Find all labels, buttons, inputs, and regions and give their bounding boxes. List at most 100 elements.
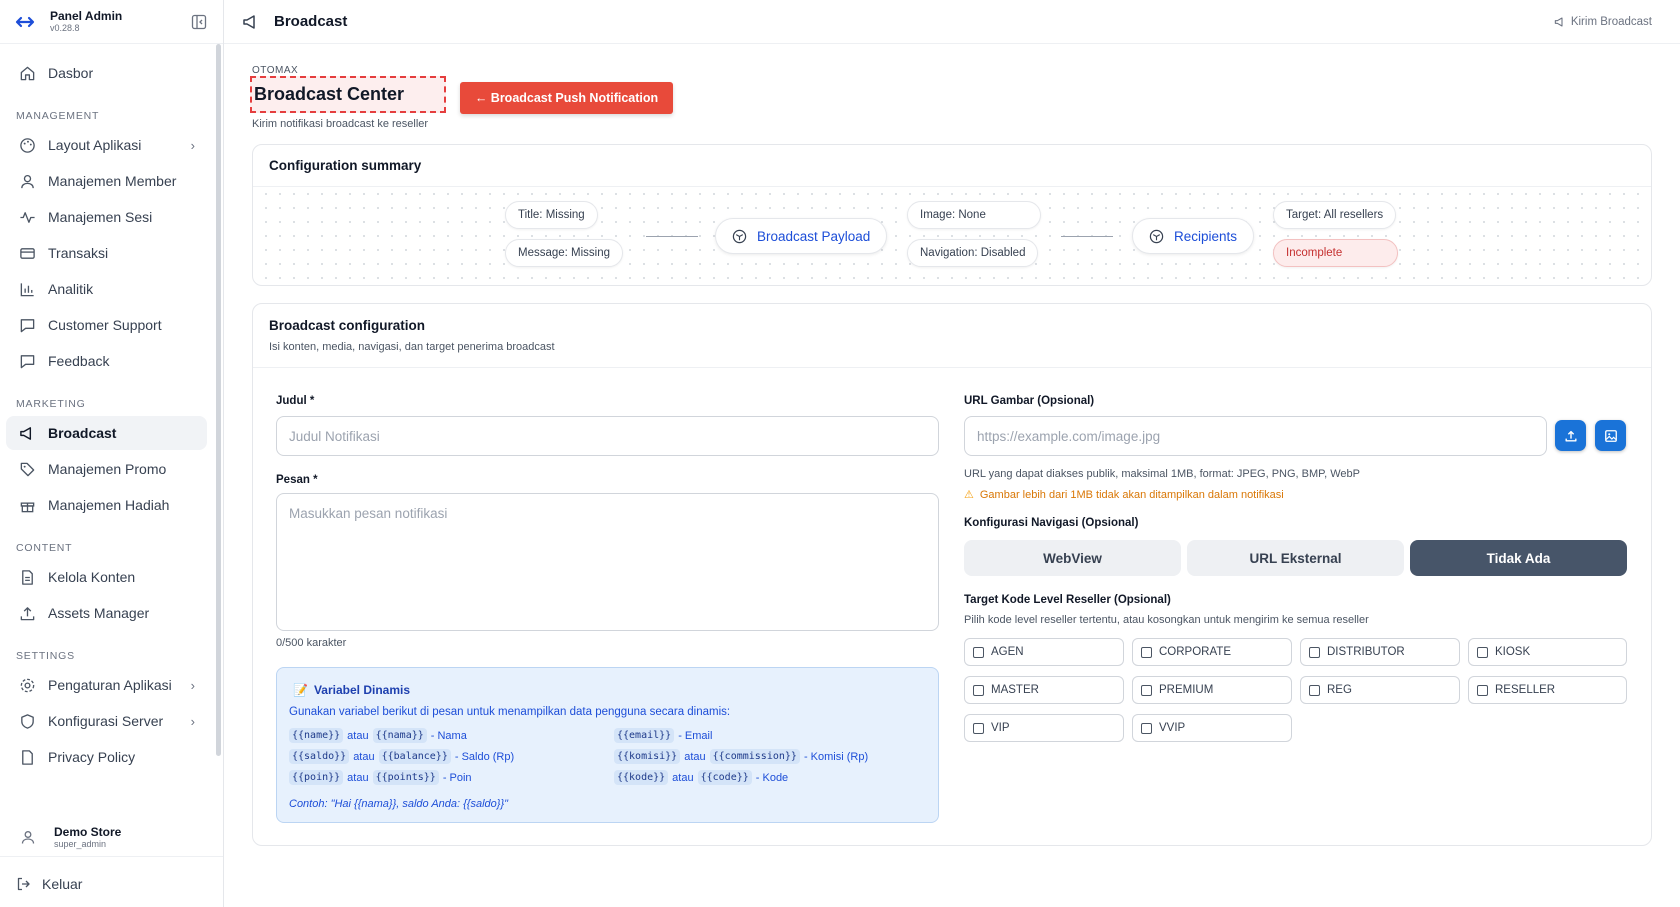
level-checkbox-vip[interactable]: VIP — [964, 714, 1124, 742]
config-header: Broadcast configuration Isi konten, medi… — [253, 304, 1651, 368]
pesan-textarea[interactable]: Masukkan pesan notifikasi — [276, 493, 939, 631]
level-checkbox-agen[interactable]: AGEN — [964, 638, 1124, 666]
message-icon — [18, 316, 36, 334]
level-checkbox-reseller[interactable]: RESELLER — [1468, 676, 1627, 704]
sidebar-item-customer-support[interactable]: Customer Support — [6, 308, 207, 342]
upload-image-button[interactable] — [1555, 420, 1586, 451]
user-profile[interactable]: Demo Store super_admin — [0, 817, 223, 857]
app-root: Panel Admin v0.28.8 Dasbor MANAGEMENT La… — [0, 0, 1680, 907]
level-label: VVIP — [1159, 722, 1186, 734]
checkbox-box — [1477, 646, 1488, 658]
level-checkbox-master[interactable]: MASTER — [964, 676, 1124, 704]
image-status-pill: Image: None — [907, 201, 1041, 229]
megaphone-icon — [243, 14, 255, 29]
main-area: Broadcast Kirim Broadcast OTOMAX Broadca… — [224, 0, 1680, 907]
sidebar-item-transaksi[interactable]: Transaksi — [6, 236, 207, 270]
sidebar-item-manajemen-sesi[interactable]: Manajemen Sesi — [6, 200, 207, 234]
nav-option-tidak-ada[interactable]: Tidak Ada — [1410, 540, 1627, 576]
message-status-pill: Message: Missing — [505, 239, 624, 267]
memo-icon: 📝 — [293, 683, 308, 697]
page-title: Broadcast Center — [254, 84, 405, 104]
variable-code: {{kode}} — [614, 770, 669, 785]
sidebar-item-manajemen-promo[interactable]: Manajemen Promo — [6, 452, 207, 486]
brand-name: Panel Admin — [50, 9, 123, 23]
sidebar-item-analitik[interactable]: Analitik — [6, 272, 207, 306]
variable-example: Contoh: "Hai {{nama}}, saldo Anda: {{sal… — [289, 798, 509, 810]
credit-card-icon — [18, 244, 36, 262]
section-settings: SETTINGS — [16, 650, 75, 662]
sidebar-item-label: Manajemen Sesi — [48, 209, 153, 225]
level-checkbox-kiosk[interactable]: KIOSK — [1468, 638, 1627, 666]
level-label: RESELLER — [1495, 684, 1556, 696]
variable-code: {{balance}} — [378, 749, 451, 764]
kirim-broadcast-link[interactable]: Kirim Broadcast — [1554, 16, 1652, 28]
variable-code: {{points}} — [372, 770, 439, 785]
image-icon — [1604, 429, 1617, 442]
recipients-node[interactable]: Recipients — [1132, 218, 1255, 254]
level-label: CORPORATE — [1159, 646, 1231, 658]
sidebar-item-broadcast[interactable]: Broadcast — [6, 416, 207, 450]
variable-code: {{email}} — [614, 728, 675, 743]
page-eyebrow: OTOMAX — [252, 65, 299, 76]
judul-input[interactable]: Judul Notifikasi — [276, 416, 939, 456]
sidebar-nav: Dasbor MANAGEMENT Layout Aplikasi › Mana… — [0, 44, 223, 821]
sidebar-item-label: Transaksi — [48, 245, 109, 261]
sidebar-item-pengaturan-aplikasi[interactable]: Pengaturan Aplikasi › — [6, 668, 207, 702]
sidebar-item-label: Customer Support — [48, 317, 162, 333]
page-content: OTOMAX Broadcast Center ← Broadcast Push… — [224, 44, 1680, 846]
gift-icon — [18, 496, 36, 514]
sidebar-scrollbar[interactable] — [216, 44, 221, 756]
bar-chart-icon — [18, 280, 36, 298]
user-info: Demo Store super_admin — [54, 825, 121, 849]
variable-desc: - Poin — [442, 771, 472, 784]
sidebar-item-konfigurasi-server[interactable]: Konfigurasi Server › — [6, 704, 207, 738]
broadcast-push-notification-button[interactable]: ← Broadcast Push Notification — [460, 82, 673, 114]
variable-desc: - Email — [678, 729, 713, 742]
level-label: DISTRIBUTOR — [1327, 646, 1405, 658]
nav-option-webview[interactable]: WebView — [964, 540, 1181, 576]
character-count: 0/500 karakter — [276, 637, 347, 649]
sidebar-item-manajemen-hadiah[interactable]: Manajemen Hadiah — [6, 488, 207, 522]
user-name: Demo Store — [54, 824, 122, 839]
sidebar-item-feedback[interactable]: Feedback — [6, 344, 207, 378]
level-checkbox-distributor[interactable]: DISTRIBUTOR — [1300, 638, 1460, 666]
sidebar-item-layout-aplikasi[interactable]: Layout Aplikasi › — [6, 128, 207, 162]
home-icon — [18, 64, 36, 82]
variabel-dinamis-box: 📝 Variabel Dinamis Gunakan variabel beri… — [276, 667, 939, 823]
broadcast-payload-label: Broadcast Payload — [757, 228, 871, 244]
checkbox-box — [1141, 684, 1152, 696]
checkbox-box — [1141, 646, 1152, 658]
image-url-input[interactable]: https://example.com/image.jpg — [964, 416, 1547, 456]
sidebar-item-manajemen-member[interactable]: Manajemen Member — [6, 164, 207, 198]
image-library-button[interactable] — [1595, 420, 1626, 451]
target-level-hint: Pilih kode level reseller tertentu, atau… — [964, 614, 1369, 626]
upload-icon — [18, 604, 36, 622]
summary-title: Configuration summary — [253, 145, 1651, 187]
logout-button[interactable]: Keluar — [0, 861, 223, 907]
sidebar-item-dasbor[interactable]: Dasbor — [6, 56, 207, 90]
variable-saldo-line: {{saldo}} atau {{balance}} - Saldo (Rp) — [289, 749, 518, 764]
sidebar-collapse-icon[interactable] — [189, 12, 209, 32]
level-checkbox-corporate[interactable]: CORPORATE — [1132, 638, 1292, 666]
sidebar-item-label: Manajemen Promo — [48, 461, 167, 477]
variable-email-line: {{email}} - Email — [614, 728, 716, 743]
palette-icon — [18, 136, 36, 154]
level-checkbox-reg[interactable]: REG — [1300, 676, 1460, 704]
sidebar-item-privacy-policy[interactable]: Privacy Policy — [6, 740, 207, 774]
level-checkbox-vvip[interactable]: VVIP — [1132, 714, 1292, 742]
navigasi-label: Konfigurasi Navigasi (Opsional) — [964, 517, 1139, 529]
config-title: Broadcast configuration — [269, 318, 426, 333]
target-status-pill: Target: All resellers — [1273, 201, 1397, 229]
sidebar-item-assets-manager[interactable]: Assets Manager — [6, 596, 207, 630]
level-checkbox-premium[interactable]: PREMIUM — [1132, 676, 1292, 704]
sidebar-item-kelola-konten[interactable]: Kelola Konten — [6, 560, 207, 594]
section-marketing: MARKETING — [16, 398, 86, 410]
broadcast-payload-node[interactable]: Broadcast Payload — [715, 218, 888, 254]
nav-option-url-eksternal[interactable]: URL Eksternal — [1187, 540, 1404, 576]
overall-status-pill: Incomplete — [1273, 239, 1398, 267]
sidebar-item-label: Pengaturan Aplikasi — [48, 677, 172, 693]
variable-komisi-line: {{komisi}} atau {{commission}} - Komisi … — [614, 749, 872, 764]
sidebar-item-label: Manajemen Member — [48, 173, 177, 189]
upload-icon — [1564, 430, 1577, 442]
or-text: atau — [347, 771, 369, 784]
